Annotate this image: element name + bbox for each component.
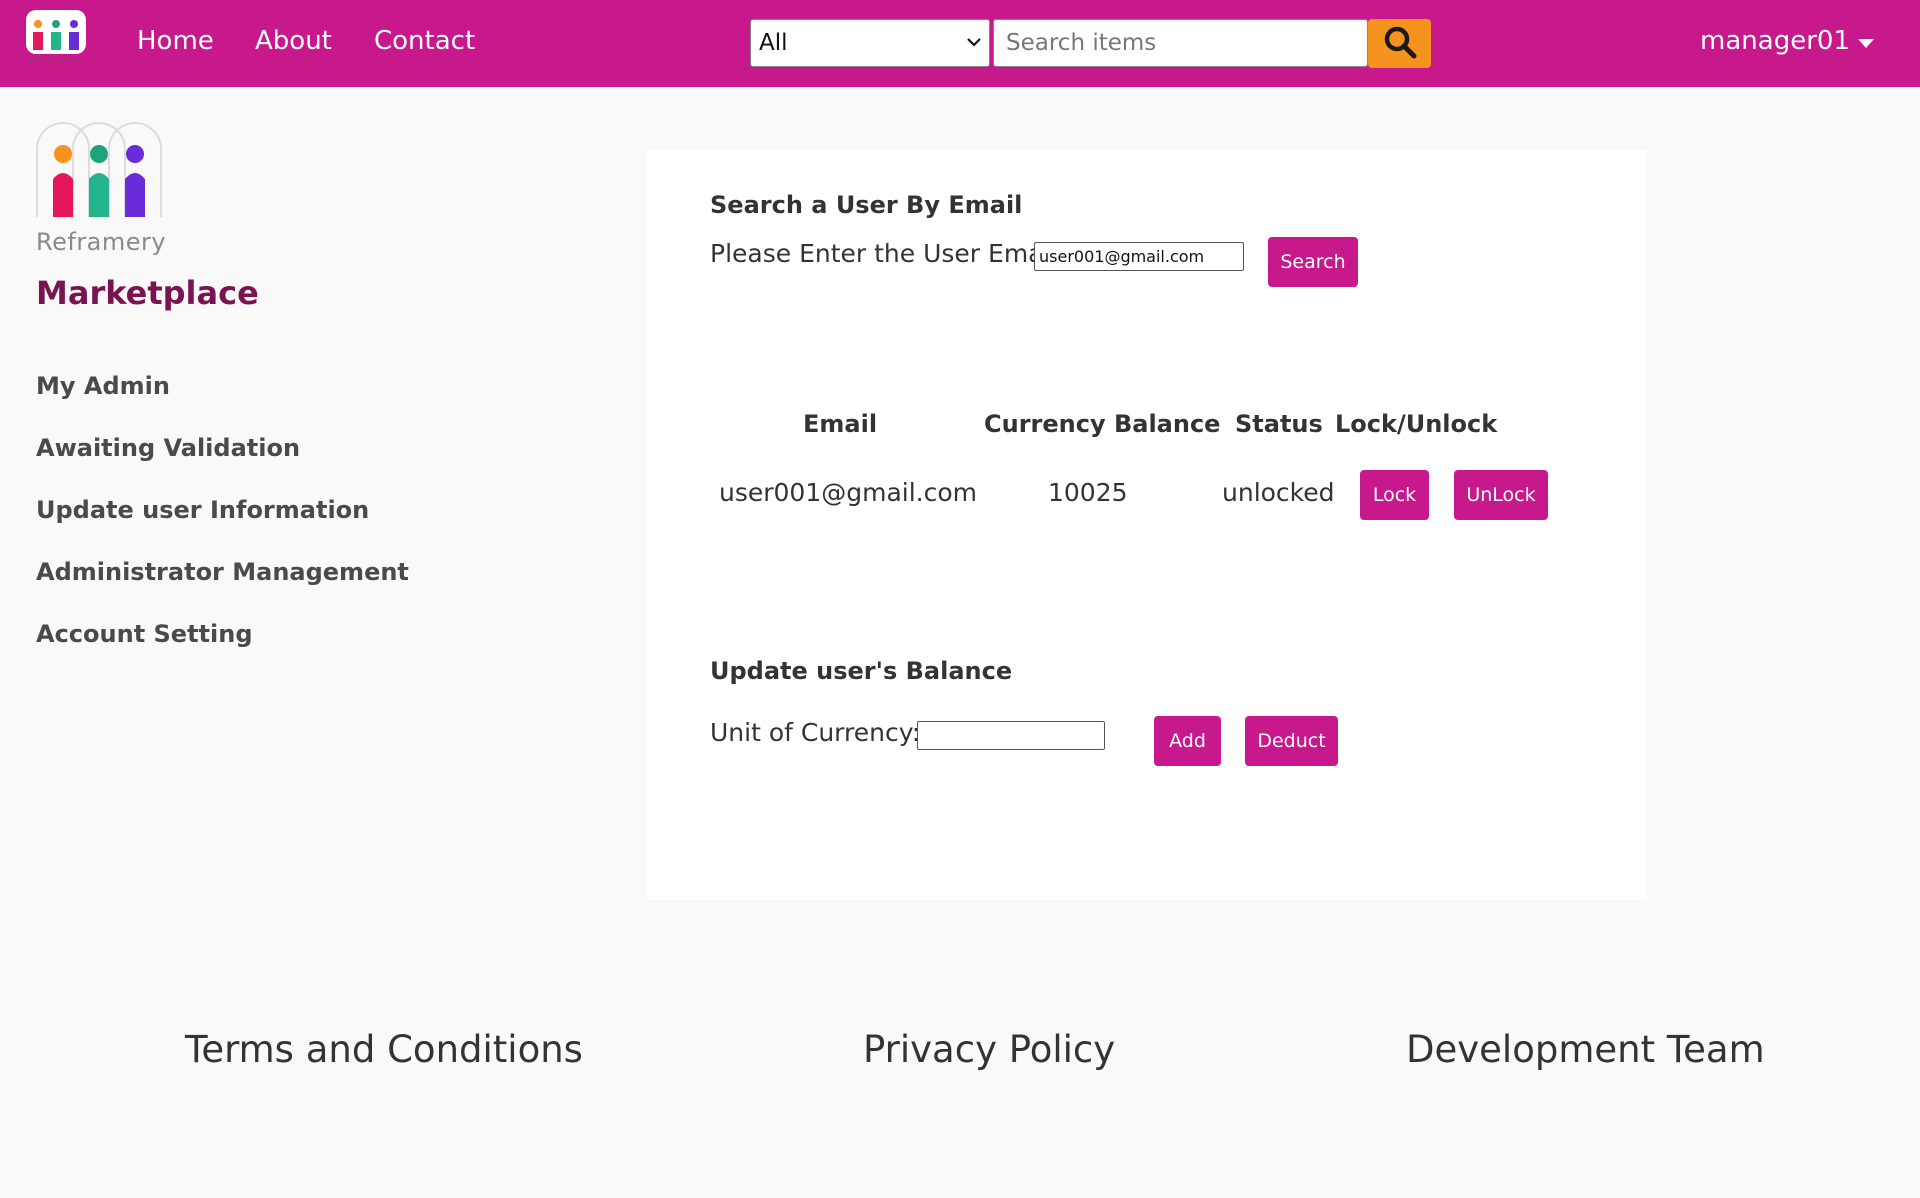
reframery-logo[interactable]: Reframery (24, 6, 88, 70)
sidebar-item-update-user-information[interactable]: Update user Information (36, 494, 409, 556)
search-button[interactable] (1368, 19, 1431, 68)
search-icon (1382, 24, 1418, 63)
username-label: manager01 (1700, 26, 1850, 56)
row-balance: 10025 (1048, 478, 1128, 507)
add-balance-button[interactable]: Add (1154, 716, 1221, 766)
user-email-input[interactable] (1034, 242, 1244, 271)
chevron-down-icon (967, 35, 981, 51)
lock-button[interactable]: Lock (1360, 470, 1429, 520)
footer-team-link[interactable]: Development Team (1406, 1028, 1765, 1071)
search-user-button[interactable]: Search (1268, 237, 1358, 287)
sidebar-item-awaiting-validation[interactable]: Awaiting Validation (36, 432, 409, 494)
email-prompt-label: Please Enter the User Email: (710, 239, 1066, 268)
table-header-status: Status (1235, 410, 1323, 438)
sidebar-item-administrator-management[interactable]: Administrator Management (36, 556, 409, 618)
user-menu[interactable]: manager01 (1700, 25, 1874, 57)
update-balance-title: Update user's Balance (710, 657, 1013, 685)
admin-card: Search a User By Email Please Enter the … (647, 150, 1647, 900)
sidebar-item-account-setting[interactable]: Account Setting (36, 618, 409, 680)
unit-of-currency-label: Unit of Currency: (710, 718, 921, 747)
brand-name: Reframery (36, 228, 167, 256)
sidebar-item-my-admin[interactable]: My Admin (36, 370, 409, 432)
search-user-title: Search a User By Email (710, 191, 1023, 219)
logo-small-text: Reframery (26, 56, 79, 67)
category-select-value: All (759, 30, 788, 56)
search-input[interactable] (993, 19, 1368, 67)
nav-about-link[interactable]: About (255, 25, 332, 57)
top-navbar: Reframery Home About Contact All manager… (0, 0, 1920, 87)
table-header-balance: Currency Balance (984, 410, 1221, 438)
row-email: user001@gmail.com (719, 478, 978, 507)
table-header-email: Email (803, 410, 878, 438)
table-header-lock-unlock: Lock/Unlock (1335, 410, 1498, 438)
sidebar-menu: My Admin Awaiting Validation Update user… (36, 370, 409, 680)
footer-privacy-link[interactable]: Privacy Policy (863, 1028, 1115, 1071)
unlock-button[interactable]: UnLock (1454, 470, 1548, 520)
reframery-logo-large (35, 121, 163, 221)
sidebar-title: Marketplace (36, 274, 259, 312)
row-status: unlocked (1222, 478, 1335, 507)
nav-contact-link[interactable]: Contact (374, 25, 475, 57)
deduct-balance-button[interactable]: Deduct (1245, 716, 1338, 766)
caret-down-icon (1858, 25, 1874, 57)
category-select[interactable]: All (750, 19, 990, 67)
currency-amount-input[interactable] (917, 721, 1105, 750)
nav-home-link[interactable]: Home (137, 25, 214, 57)
footer-terms-link[interactable]: Terms and Conditions (185, 1028, 583, 1071)
